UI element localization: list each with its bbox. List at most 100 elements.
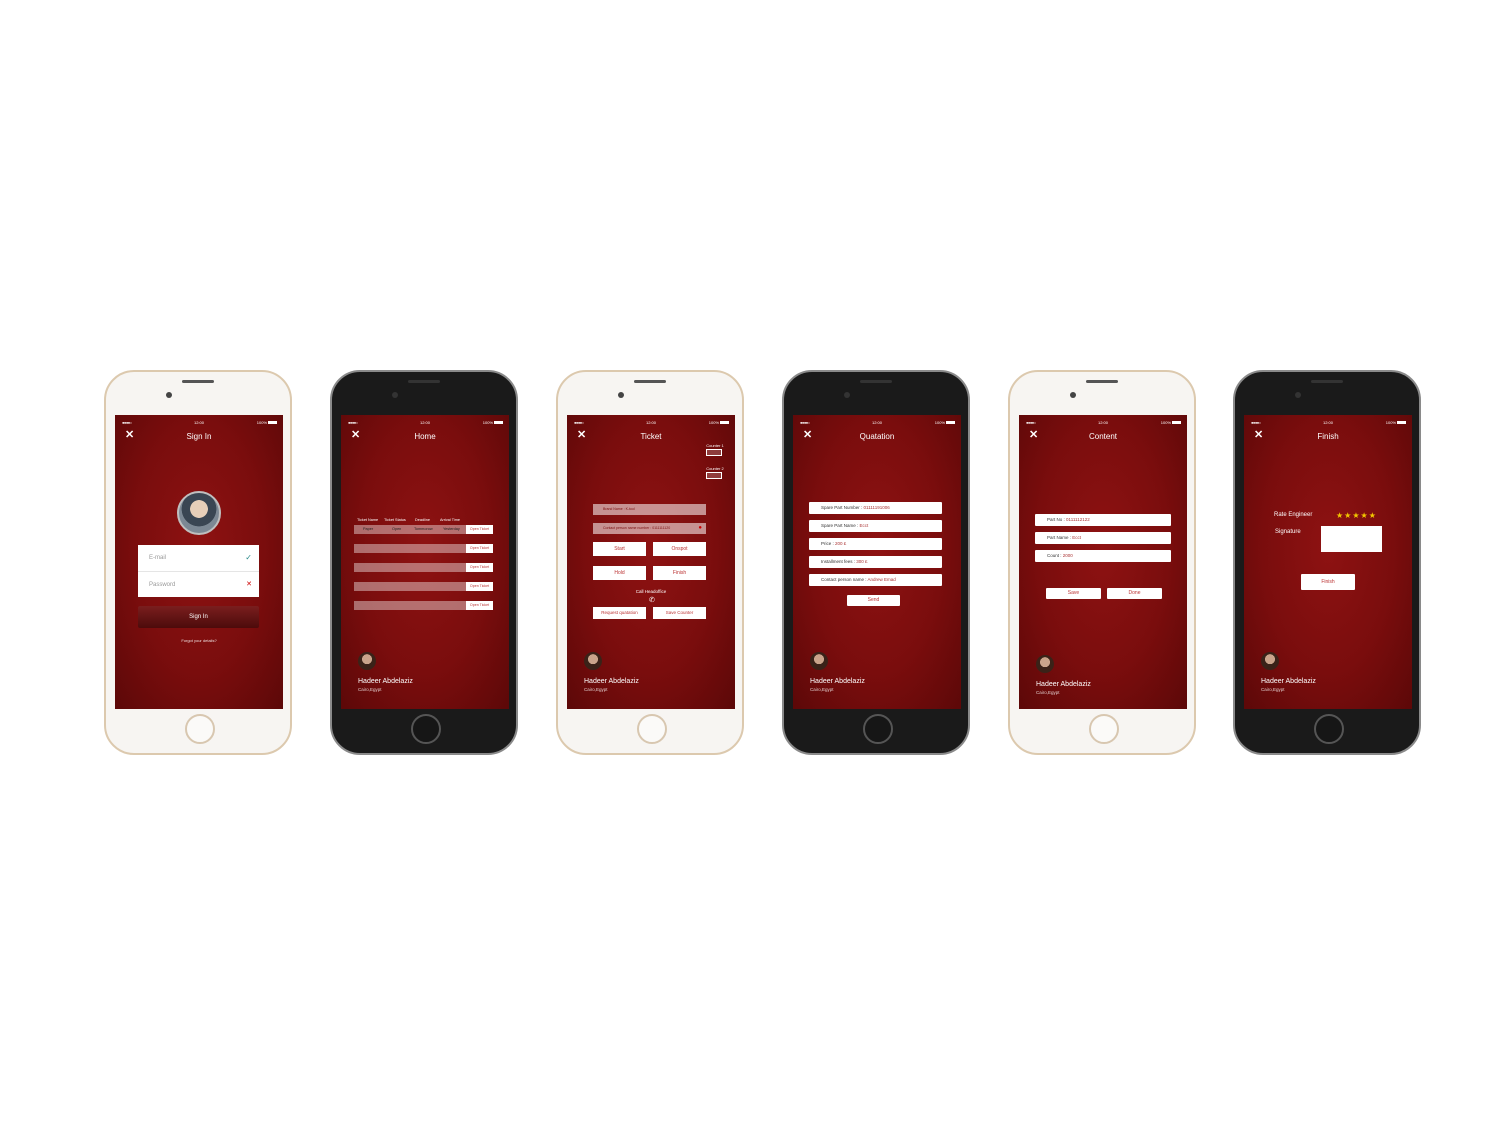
- done-button[interactable]: Done: [1107, 588, 1162, 599]
- phone-signin: ●●●●○ 12:00 100% ✕ Sign In E-mail ✓ Passw…: [104, 370, 292, 755]
- screen-ticket: ●●●●○ 12:00 100% ✕ Ticket Counter 1 Coun…: [567, 415, 735, 709]
- request-quotation-button[interactable]: Request quatation: [593, 607, 646, 619]
- user-name: Hadeer Abdelaziz: [358, 678, 413, 685]
- field-label: Contact person name :: [821, 577, 867, 582]
- battery-indicator: 100%: [1386, 420, 1406, 425]
- speaker: [1086, 380, 1118, 383]
- signature-pad[interactable]: [1321, 526, 1382, 552]
- page-title: Quatation: [859, 432, 895, 441]
- start-button[interactable]: Start: [593, 542, 646, 556]
- contact-field[interactable]: Contact person name number : 0111111120 ●: [593, 523, 706, 534]
- table-row[interactable]: Open Ticket: [354, 563, 493, 572]
- table-cell: Open: [392, 527, 402, 531]
- user-name: Hadeer Abdelaziz: [584, 678, 639, 685]
- table-row[interactable]: Paper Open Tommorow Yesterday Open Ticke…: [354, 525, 493, 534]
- brand-field[interactable]: Brand Name : K-tool: [593, 504, 706, 515]
- battery-indicator: 100%: [935, 420, 955, 425]
- spare-part-name-field[interactable]: Spare Part Name : Ecct: [809, 520, 942, 532]
- avatar: [584, 652, 602, 670]
- field-label: Part No :: [1047, 517, 1065, 522]
- speaker: [634, 380, 666, 383]
- camera: [392, 392, 398, 398]
- user-name: Hadeer Abdelaziz: [810, 678, 865, 685]
- call-headoffice-label: Call Headoffice: [635, 589, 667, 594]
- field-value: 0111112122: [1066, 517, 1090, 522]
- email-field[interactable]: E-mail ✓: [138, 545, 259, 571]
- field-value: Ecct: [1072, 535, 1082, 540]
- status-bar: ●●●●○ 12:00 100%: [1244, 420, 1412, 426]
- finish-button[interactable]: Finish: [1301, 574, 1355, 590]
- field-value: 300 £: [856, 559, 868, 564]
- save-button[interactable]: Save: [1046, 588, 1101, 599]
- spare-part-number-field[interactable]: Spare Part Number : 01111191006: [809, 502, 942, 514]
- counter-box: [706, 449, 722, 456]
- price-field[interactable]: Price : 200 £: [809, 538, 942, 550]
- user-profile: Hadeer Abdelaziz Cairo,Egypt: [358, 652, 413, 692]
- open-ticket-button[interactable]: Open Ticket: [466, 582, 493, 591]
- phone-finish: ●●●●○ 12:00 100% ✕ Finish Rate Engineer …: [1233, 370, 1421, 755]
- counter-1[interactable]: Counter 1: [706, 443, 724, 456]
- battery-icon: [946, 421, 955, 425]
- field-value: 01111191006: [863, 505, 890, 510]
- counter-2[interactable]: Counter 2: [706, 466, 724, 479]
- table-row[interactable]: Open Ticket: [354, 601, 493, 610]
- avatar: [358, 652, 376, 670]
- battery-icon: [494, 421, 503, 425]
- screen-home: ●●●●○ 12:00 100% ✕ Home Ticket Name Tick…: [341, 415, 509, 709]
- avatar: [810, 652, 828, 670]
- avatar: [1036, 655, 1054, 673]
- page-title: Finish: [1317, 432, 1339, 441]
- avatar: [1261, 652, 1279, 670]
- home-button: [637, 714, 667, 744]
- home-button: [411, 714, 441, 744]
- battery-indicator: 100%: [483, 420, 503, 425]
- speaker: [1311, 380, 1343, 383]
- onspot-button[interactable]: Onspot: [653, 542, 706, 556]
- phone-quotation: ●●●●○ 12:00 100% ✕ Quatation Spare Part …: [782, 370, 970, 755]
- part-no-field[interactable]: Part No : 0111112122: [1035, 514, 1171, 526]
- field-value: 2000: [1062, 553, 1073, 558]
- status-bar: ●●●●○ 12:00 100%: [115, 420, 283, 426]
- count-field[interactable]: Count : 2000: [1035, 550, 1171, 562]
- table-row[interactable]: Open Ticket: [354, 544, 493, 553]
- part-name-field[interactable]: Part Name : Ecct: [1035, 532, 1171, 544]
- user-location: Cairo,Egypt: [1036, 690, 1060, 695]
- field-value: Ecct: [859, 523, 869, 528]
- star-rating[interactable]: ★★★★★: [1336, 511, 1377, 520]
- send-button[interactable]: Send: [847, 595, 900, 606]
- user-location: Cairo,Egypt: [810, 687, 834, 692]
- table-row[interactable]: Open Ticket: [354, 582, 493, 591]
- hold-button[interactable]: Hold: [593, 566, 646, 580]
- save-counter-button[interactable]: Save Counter: [653, 607, 706, 619]
- field-label: Price :: [821, 541, 834, 546]
- open-ticket-button[interactable]: Open Ticket: [466, 601, 493, 610]
- open-ticket-button[interactable]: Open Ticket: [466, 544, 493, 553]
- installment-fees-field[interactable]: Installment fees : 300 £: [809, 556, 942, 568]
- password-field[interactable]: Password ✕: [138, 571, 259, 597]
- speaker: [860, 380, 892, 383]
- contact-person-field[interactable]: Contact person name : Andrew Emad: [809, 574, 942, 586]
- phone-icon[interactable]: ✆: [649, 596, 655, 604]
- battery-icon: [1397, 421, 1406, 425]
- home-button: [1314, 714, 1344, 744]
- user-location: Cairo,Egypt: [358, 687, 382, 692]
- column-header: Deadline: [415, 518, 430, 522]
- camera: [1295, 392, 1301, 398]
- forgot-link[interactable]: Forgot your details?: [115, 638, 283, 643]
- user-name: Hadeer Abdelaziz: [1261, 678, 1316, 685]
- rate-engineer-label: Rate Engineer: [1274, 512, 1313, 518]
- phone-ticket: ●●●●○ 12:00 100% ✕ Ticket Counter 1 Coun…: [556, 370, 744, 755]
- page-title: Home: [414, 432, 436, 441]
- finish-button[interactable]: Finish: [653, 566, 706, 580]
- signin-button[interactable]: Sign In: [138, 606, 259, 628]
- password-placeholder: Password: [149, 582, 176, 588]
- table-cell: Paper: [363, 527, 374, 531]
- field-label: Count :: [1047, 553, 1062, 558]
- mic-icon[interactable]: ●: [698, 523, 702, 534]
- column-header: Ticket Status: [384, 518, 406, 522]
- open-ticket-button[interactable]: Open Ticket: [466, 563, 493, 572]
- screen-quotation: ●●●●○ 12:00 100% ✕ Quatation Spare Part …: [793, 415, 961, 709]
- user-name: Hadeer Abdelaziz: [1036, 681, 1091, 688]
- open-ticket-button[interactable]: Open Ticket: [466, 525, 493, 534]
- column-header: Ticket Name: [357, 518, 379, 522]
